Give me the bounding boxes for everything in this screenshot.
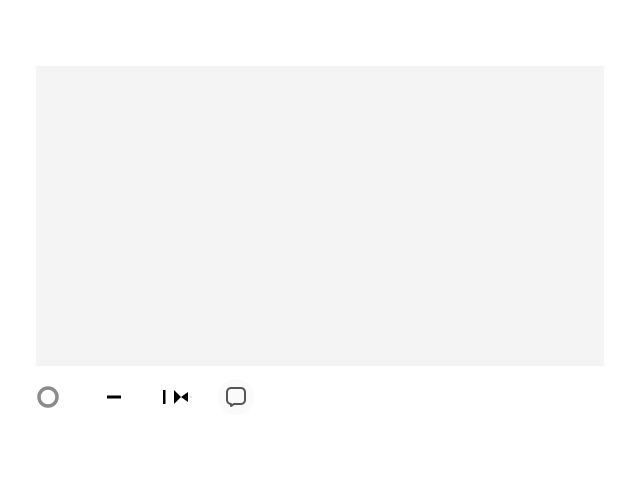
chat-bubble-icon [226,387,246,407]
minus-icon [107,395,121,399]
record-button[interactable] [28,376,68,418]
app-window [0,0,640,480]
skip-button[interactable] [152,376,204,418]
control-toolbar [24,376,284,418]
skip-forward-icon [163,390,193,404]
chat-button[interactable] [216,376,256,418]
content-area [36,66,604,366]
minimize-button[interactable] [94,376,134,418]
circle-icon [37,386,59,408]
